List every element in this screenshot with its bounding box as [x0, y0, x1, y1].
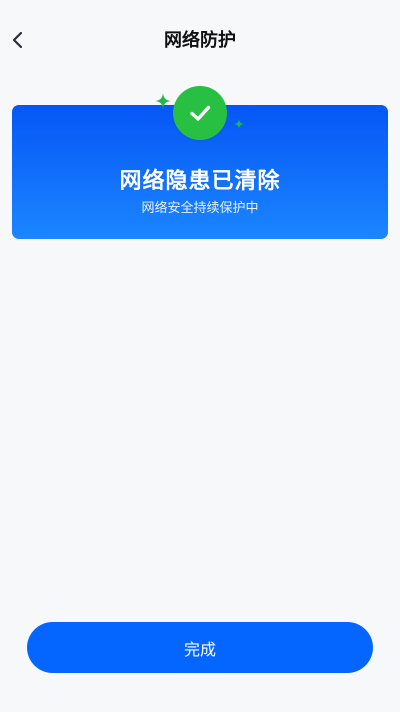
checkmark-icon	[190, 105, 211, 121]
status-subtitle: 网络安全持续保护中	[141, 201, 259, 216]
sparkle-small-icon	[234, 119, 244, 129]
success-badge	[173, 86, 227, 140]
status-title: 网络隐患已清除	[119, 169, 281, 194]
page-title: 网络防护	[164, 30, 236, 51]
network-protection-screen: 网络防护 网络隐患已清除 网络安全持续保护中 完成	[0, 0, 400, 712]
done-button[interactable]: 完成	[27, 622, 373, 673]
header: 网络防护	[0, 0, 400, 80]
sparkle-icon	[155, 93, 171, 109]
